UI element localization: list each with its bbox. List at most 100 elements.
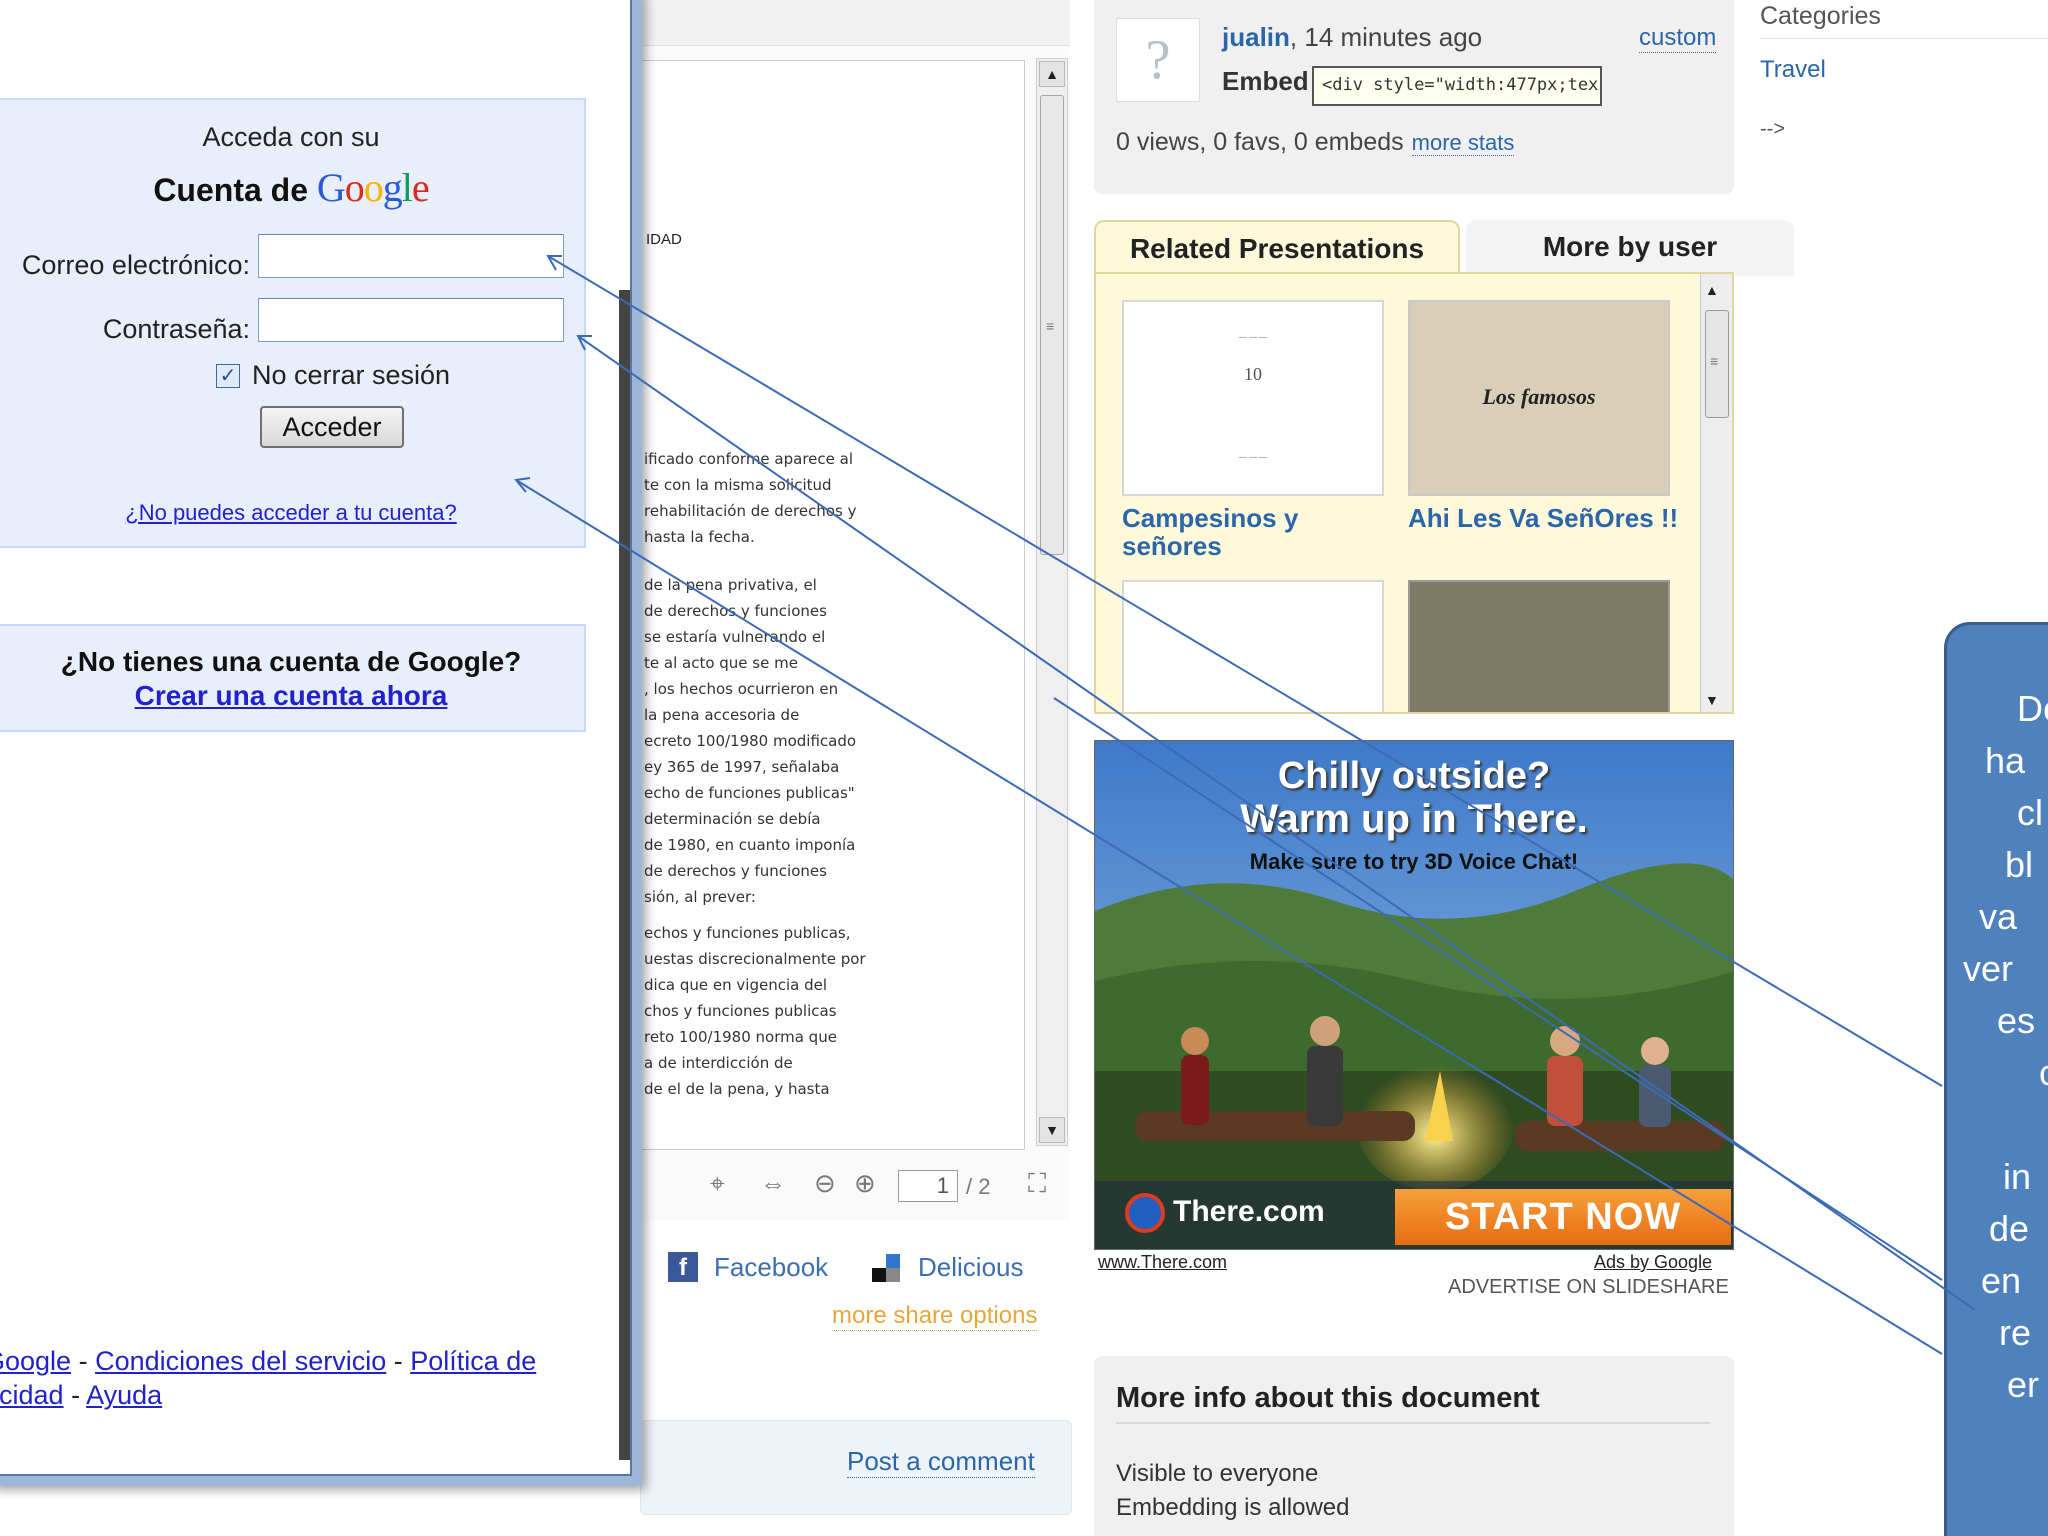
stray-markup-text: --> bbox=[1760, 118, 1785, 140]
footer-separator: - bbox=[386, 1346, 411, 1376]
fit-page-icon[interactable]: ⌖ bbox=[710, 1168, 725, 1200]
related-thumbnail[interactable] bbox=[1122, 580, 1384, 712]
visibility-text: Visible to everyone bbox=[1116, 1460, 1319, 1487]
footer-google-link[interactable]: Google bbox=[0, 1346, 71, 1376]
doc-line: de derechos y funciones bbox=[644, 862, 827, 880]
login-account-text: Cuenta de bbox=[153, 172, 308, 208]
more-stats-link[interactable]: more stats bbox=[1411, 130, 1515, 156]
info-title: More info about this document bbox=[1116, 1382, 1540, 1414]
author-line: jualin, 14 minutes ago bbox=[1222, 22, 1482, 53]
related-scrollbar[interactable]: ▲ ≡ ▼ bbox=[1700, 274, 1732, 712]
facebook-link[interactable]: Facebook bbox=[714, 1252, 828, 1283]
advertisement-banner[interactable]: Chilly outside? Warm up in There. Make s… bbox=[1094, 740, 1734, 1250]
callout-line: in bbox=[2003, 1156, 2032, 1197]
delicious-link[interactable]: Delicious bbox=[918, 1252, 1024, 1283]
related-title-link[interactable]: Ahi Les Va SeñOres !! bbox=[1408, 504, 1698, 532]
divider bbox=[1760, 38, 2048, 39]
annotation-callout: De ha cl bl va ver es c in de en re er bbox=[1944, 622, 2048, 1536]
thumbnail-title: Los famosos bbox=[1482, 384, 1596, 409]
doc-line: ey 365 de 1997, señalaba bbox=[644, 758, 840, 776]
embed-label: Embed bbox=[1222, 66, 1309, 96]
scroll-down-icon[interactable]: ▼ bbox=[1039, 1117, 1065, 1143]
document-scrollbar[interactable]: ▲ ≡ ▼ bbox=[1036, 58, 1068, 1146]
callout-line: ha bbox=[1985, 740, 2026, 781]
footer-terms-link[interactable]: Condiciones del servicio bbox=[95, 1346, 386, 1376]
create-account-link[interactable]: Crear una cuenta ahora bbox=[0, 680, 584, 712]
tab-related-presentations[interactable]: Related Presentations bbox=[1094, 220, 1460, 276]
callout-line: es bbox=[1997, 1000, 2036, 1041]
fullscreen-icon[interactable]: ⛶ bbox=[1028, 1168, 1046, 1200]
grip-icon: ≡ bbox=[1710, 353, 1719, 369]
thumbnail-number: 10 bbox=[1244, 364, 1262, 384]
related-title-link[interactable]: Campesinos y señores bbox=[1122, 504, 1362, 560]
page-number-input[interactable]: 1 bbox=[898, 1170, 958, 1202]
callout-line: bl bbox=[2005, 844, 2034, 885]
ad-url-link[interactable]: www.There.com bbox=[1098, 1252, 1227, 1273]
thumbnail-header-text: — — — bbox=[1239, 332, 1267, 341]
related-thumbnail[interactable]: — — — 10 — — — bbox=[1122, 300, 1384, 496]
callout-line: va bbox=[1979, 896, 2018, 937]
password-field[interactable] bbox=[258, 298, 564, 342]
stats-line: 0 views, 0 favs, 0 embeds more stats bbox=[1116, 128, 1515, 157]
avatar[interactable]: ? bbox=[1116, 18, 1200, 102]
doc-line: hasta la fecha. bbox=[644, 528, 755, 546]
footer-privacy-link[interactable]: Política de bbox=[410, 1346, 536, 1376]
scroll-down-icon[interactable]: ▼ bbox=[1705, 692, 1719, 708]
custom-embed-link[interactable]: custom bbox=[1639, 24, 1717, 53]
doc-line: uestas discrecionalmente por bbox=[644, 950, 866, 968]
google-logo: Google bbox=[316, 165, 430, 210]
sign-in-button[interactable]: Acceder bbox=[260, 406, 404, 448]
callout-line: c bbox=[1947, 1047, 2048, 1099]
callout-line bbox=[1947, 1099, 2048, 1151]
scroll-up-icon[interactable]: ▲ bbox=[1039, 61, 1065, 87]
scroll-up-icon[interactable]: ▲ bbox=[1705, 282, 1719, 298]
doc-line: te con la misma solicitud bbox=[644, 476, 832, 494]
author-link[interactable]: jualin bbox=[1222, 22, 1290, 52]
google-login-window: Acceda con su Cuenta de Google Correo el… bbox=[0, 0, 642, 1486]
forgot-account-link[interactable]: ¿No puedes acceder a tu cuenta? bbox=[0, 500, 584, 526]
remember-checkbox[interactable]: ✓ bbox=[216, 364, 240, 388]
divider bbox=[1116, 1422, 1710, 1424]
signup-box: ¿No tienes una cuenta de Google? Crear u… bbox=[0, 624, 586, 732]
delicious-icon[interactable] bbox=[872, 1254, 900, 1282]
category-link-travel[interactable]: Travel bbox=[1760, 56, 1826, 84]
window-scrollbar[interactable] bbox=[619, 290, 630, 1460]
advertise-link[interactable]: ADVERTISE ON SLIDESHARE bbox=[1448, 1276, 1729, 1299]
footer-help-link[interactable]: Ayuda bbox=[86, 1380, 162, 1410]
related-thumbnail[interactable]: Los famosos bbox=[1408, 300, 1670, 496]
embed-code-field[interactable]: <div style="width:477px;tex bbox=[1312, 66, 1602, 106]
facebook-icon[interactable]: f bbox=[668, 1252, 698, 1282]
ad-logo: There.com bbox=[1125, 1193, 1325, 1233]
document-page[interactable]: IDAD ificado conforme aparece al te con … bbox=[640, 60, 1025, 1150]
page-total: / 2 bbox=[966, 1174, 991, 1199]
doc-line: echo de funciones publicas" bbox=[644, 784, 855, 802]
post-comment-link[interactable]: Post a comment bbox=[847, 1446, 1035, 1478]
related-presentations-panel: — — — 10 — — — Los famosos Campesinos y … bbox=[1094, 272, 1734, 714]
google-footer: Google - Condiciones del servicio - Polí… bbox=[0, 1344, 584, 1412]
viewer-controls: ⌖ ⇔ ⊖ ⊕ 1 / 2 ⛶ bbox=[700, 1160, 1070, 1210]
doc-line: determinación se debía bbox=[644, 810, 821, 828]
fit-width-icon[interactable]: ⇔ bbox=[760, 1168, 786, 1199]
login-box: Acceda con su Cuenta de Google Correo el… bbox=[0, 98, 586, 548]
tab-more-by-user[interactable]: More by user bbox=[1466, 220, 1794, 276]
zoom-in-icon[interactable]: ⊕ bbox=[854, 1168, 876, 1199]
related-thumbnail[interactable] bbox=[1408, 580, 1670, 712]
ad-logo-text: There.com bbox=[1173, 1194, 1325, 1228]
scrollbar-thumb[interactable]: ≡ bbox=[1040, 95, 1064, 555]
footer-privacy-link-cont[interactable]: acidad bbox=[0, 1380, 64, 1410]
callout-line: er bbox=[2007, 1364, 2040, 1405]
scrollbar-thumb[interactable]: ≡ bbox=[1705, 310, 1729, 418]
email-field[interactable] bbox=[258, 234, 564, 278]
doc-line: , los hechos ocurrieron en bbox=[644, 680, 839, 698]
zoom-out-icon[interactable]: ⊖ bbox=[814, 1168, 836, 1199]
more-share-options-link[interactable]: more share options bbox=[832, 1302, 1038, 1331]
footer-separator: - bbox=[71, 1346, 96, 1376]
presentation-meta: ? jualin, 14 minutes ago custom Embed <d… bbox=[1094, 0, 1734, 194]
ad-start-now-button[interactable]: START NOW bbox=[1395, 1189, 1731, 1245]
ads-by-google-link[interactable]: Ads by Google bbox=[1594, 1252, 1712, 1273]
doc-line: sión, al prever: bbox=[644, 888, 756, 906]
login-heading: Acceda con su bbox=[202, 122, 380, 152]
footer-separator: - bbox=[63, 1380, 87, 1410]
doc-line: dica que en vigencia del bbox=[644, 976, 828, 994]
doc-line: de derechos y funciones bbox=[644, 602, 827, 620]
